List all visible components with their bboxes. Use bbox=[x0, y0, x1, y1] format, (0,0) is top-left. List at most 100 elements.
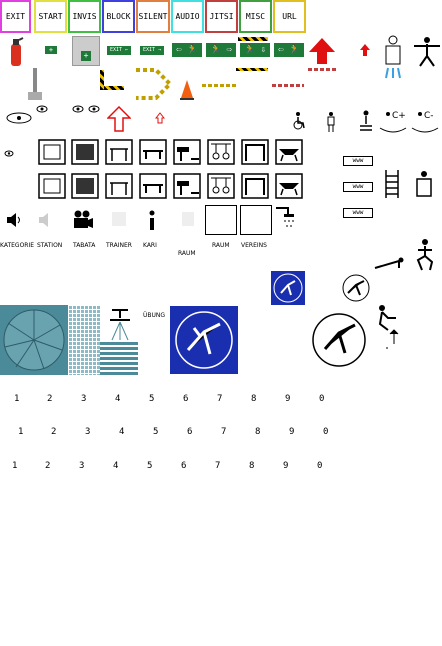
person-standing-icon[interactable] bbox=[326, 112, 336, 132]
gym-frame-icon[interactable] bbox=[38, 173, 66, 199]
red-arrow-small-icon[interactable] bbox=[360, 44, 370, 56]
eye-small-icon[interactable] bbox=[36, 105, 48, 113]
digit[interactable]: 7 bbox=[221, 427, 226, 437]
camera-icon[interactable] bbox=[72, 210, 94, 230]
speaker-icon[interactable] bbox=[6, 212, 22, 228]
digit[interactable]: 1 bbox=[14, 394, 19, 404]
gym-mat-icon[interactable] bbox=[71, 139, 99, 165]
fountain-icon[interactable] bbox=[106, 302, 134, 342]
tab-audio[interactable]: AUDIO bbox=[171, 0, 204, 33]
wheelchair-icon[interactable] bbox=[292, 112, 306, 130]
emergency-exit-left-icon[interactable]: ⇦ 🏃 bbox=[274, 43, 304, 57]
person-stretch-icon[interactable] bbox=[414, 36, 440, 68]
tab-jitsi[interactable]: JITSI bbox=[205, 0, 238, 33]
spiral-staircase-icon[interactable] bbox=[0, 305, 68, 375]
tab-exit[interactable]: EXIT bbox=[0, 0, 31, 33]
tab-misc[interactable]: MISC bbox=[239, 0, 272, 33]
person-pushup-icon[interactable] bbox=[373, 256, 407, 270]
tab-block[interactable]: BLOCK bbox=[102, 0, 135, 33]
person-locker-icon[interactable] bbox=[414, 170, 434, 198]
digit[interactable]: 5 bbox=[147, 461, 152, 471]
digit[interactable]: 4 bbox=[119, 427, 124, 437]
tab-silent[interactable]: SILENT bbox=[136, 0, 170, 33]
shower-icon[interactable] bbox=[274, 206, 300, 232]
digit[interactable]: 1 bbox=[18, 427, 23, 437]
digit[interactable]: 9 bbox=[289, 427, 294, 437]
gym-mat-icon[interactable] bbox=[71, 173, 99, 199]
room-box[interactable] bbox=[205, 205, 237, 235]
eye-icon[interactable] bbox=[6, 112, 32, 124]
digit[interactable]: 0 bbox=[319, 394, 324, 404]
wall-bars-icon[interactable] bbox=[383, 170, 401, 198]
www-link[interactable]: www bbox=[343, 156, 373, 166]
parallel-bars-icon[interactable] bbox=[105, 173, 133, 199]
person-climb-icon[interactable] bbox=[374, 304, 400, 352]
digit[interactable]: 2 bbox=[45, 461, 50, 471]
pommel-horse-icon[interactable] bbox=[173, 139, 201, 165]
digit[interactable]: 0 bbox=[323, 427, 328, 437]
person-squat-icon[interactable] bbox=[414, 238, 436, 272]
eye-small-icon[interactable] bbox=[4, 150, 14, 157]
digit[interactable]: 3 bbox=[81, 394, 86, 404]
emergency-exit-right-icon[interactable]: 🏃 ⇨ bbox=[206, 43, 236, 57]
tab-invis[interactable]: INVIS bbox=[68, 0, 101, 33]
stairs-block-icon[interactable] bbox=[100, 340, 138, 375]
digit[interactable]: 6 bbox=[183, 394, 188, 404]
rings-icon[interactable] bbox=[207, 173, 235, 199]
digit[interactable]: 7 bbox=[215, 461, 220, 471]
grid-pattern-icon[interactable] bbox=[68, 305, 100, 375]
vault-table-icon[interactable] bbox=[275, 173, 303, 199]
info-icon[interactable] bbox=[147, 210, 157, 230]
parallel-bars-icon[interactable] bbox=[105, 139, 133, 165]
digit[interactable]: 2 bbox=[51, 427, 56, 437]
digit[interactable]: 5 bbox=[149, 394, 154, 404]
rings-icon[interactable] bbox=[207, 139, 235, 165]
gym-frame-icon[interactable] bbox=[38, 139, 66, 165]
gymnast-circle-icon[interactable] bbox=[340, 273, 372, 303]
emergency-exit-left-icon[interactable]: ⇦ 🏃 bbox=[172, 43, 202, 57]
goal-frame-icon[interactable] bbox=[241, 173, 269, 199]
blue-gymnast-small-icon[interactable] bbox=[271, 271, 305, 305]
digit[interactable]: 9 bbox=[285, 394, 290, 404]
pommel-horse-icon[interactable] bbox=[173, 173, 201, 199]
digit[interactable]: 3 bbox=[85, 427, 90, 437]
red-arrow-up-icon[interactable] bbox=[309, 38, 335, 68]
digit[interactable]: 1 bbox=[12, 461, 17, 471]
digit[interactable]: 4 bbox=[113, 461, 118, 471]
red-outline-arrow-small-icon[interactable] bbox=[155, 112, 165, 124]
first-aid-small-icon[interactable]: + bbox=[45, 46, 57, 54]
digit[interactable]: 8 bbox=[249, 461, 254, 471]
direction-arrow-icon[interactable] bbox=[136, 68, 172, 100]
digit[interactable]: 9 bbox=[283, 461, 288, 471]
gymnast-large-circle-icon[interactable] bbox=[311, 311, 367, 369]
emergency-shower-icon[interactable] bbox=[380, 34, 406, 80]
www-link[interactable]: www bbox=[343, 208, 373, 218]
digit[interactable]: 6 bbox=[181, 461, 186, 471]
eye-small-icon[interactable] bbox=[88, 105, 100, 113]
speaker-faded-icon[interactable] bbox=[38, 212, 54, 228]
exit-sign-icon[interactable]: EXIT → bbox=[140, 46, 164, 55]
digit[interactable]: 0 bbox=[317, 461, 322, 471]
digit[interactable]: 8 bbox=[255, 427, 260, 437]
emergency-exit-down-icon[interactable]: 🏃 ⇩ bbox=[240, 43, 270, 57]
eyewash-station-icon[interactable] bbox=[28, 68, 42, 102]
goal-frame-icon[interactable] bbox=[241, 139, 269, 165]
digit[interactable]: 3 bbox=[79, 461, 84, 471]
fire-extinguisher-icon[interactable] bbox=[8, 36, 24, 68]
exit-sign-icon[interactable]: EXIT ← bbox=[107, 46, 131, 55]
eye-small-icon[interactable] bbox=[72, 105, 84, 113]
red-outline-arrow-up-icon[interactable] bbox=[107, 106, 131, 132]
digit[interactable]: 6 bbox=[187, 427, 192, 437]
baby-changing-plus-icon[interactable]: C+ bbox=[378, 108, 408, 134]
first-aid-cabinet-icon[interactable]: + bbox=[72, 36, 100, 66]
digit[interactable]: 2 bbox=[47, 394, 52, 404]
room-box[interactable] bbox=[240, 205, 272, 235]
digit[interactable]: 8 bbox=[251, 394, 256, 404]
baby-changing-minus-icon[interactable]: C- bbox=[410, 108, 440, 134]
bench-icon[interactable] bbox=[139, 139, 167, 165]
digit[interactable]: 7 bbox=[217, 394, 222, 404]
blue-gymnast-large-icon[interactable] bbox=[170, 306, 238, 374]
tab-url[interactable]: URL bbox=[273, 0, 306, 33]
digit[interactable]: 4 bbox=[115, 394, 120, 404]
bench-icon[interactable] bbox=[139, 173, 167, 199]
